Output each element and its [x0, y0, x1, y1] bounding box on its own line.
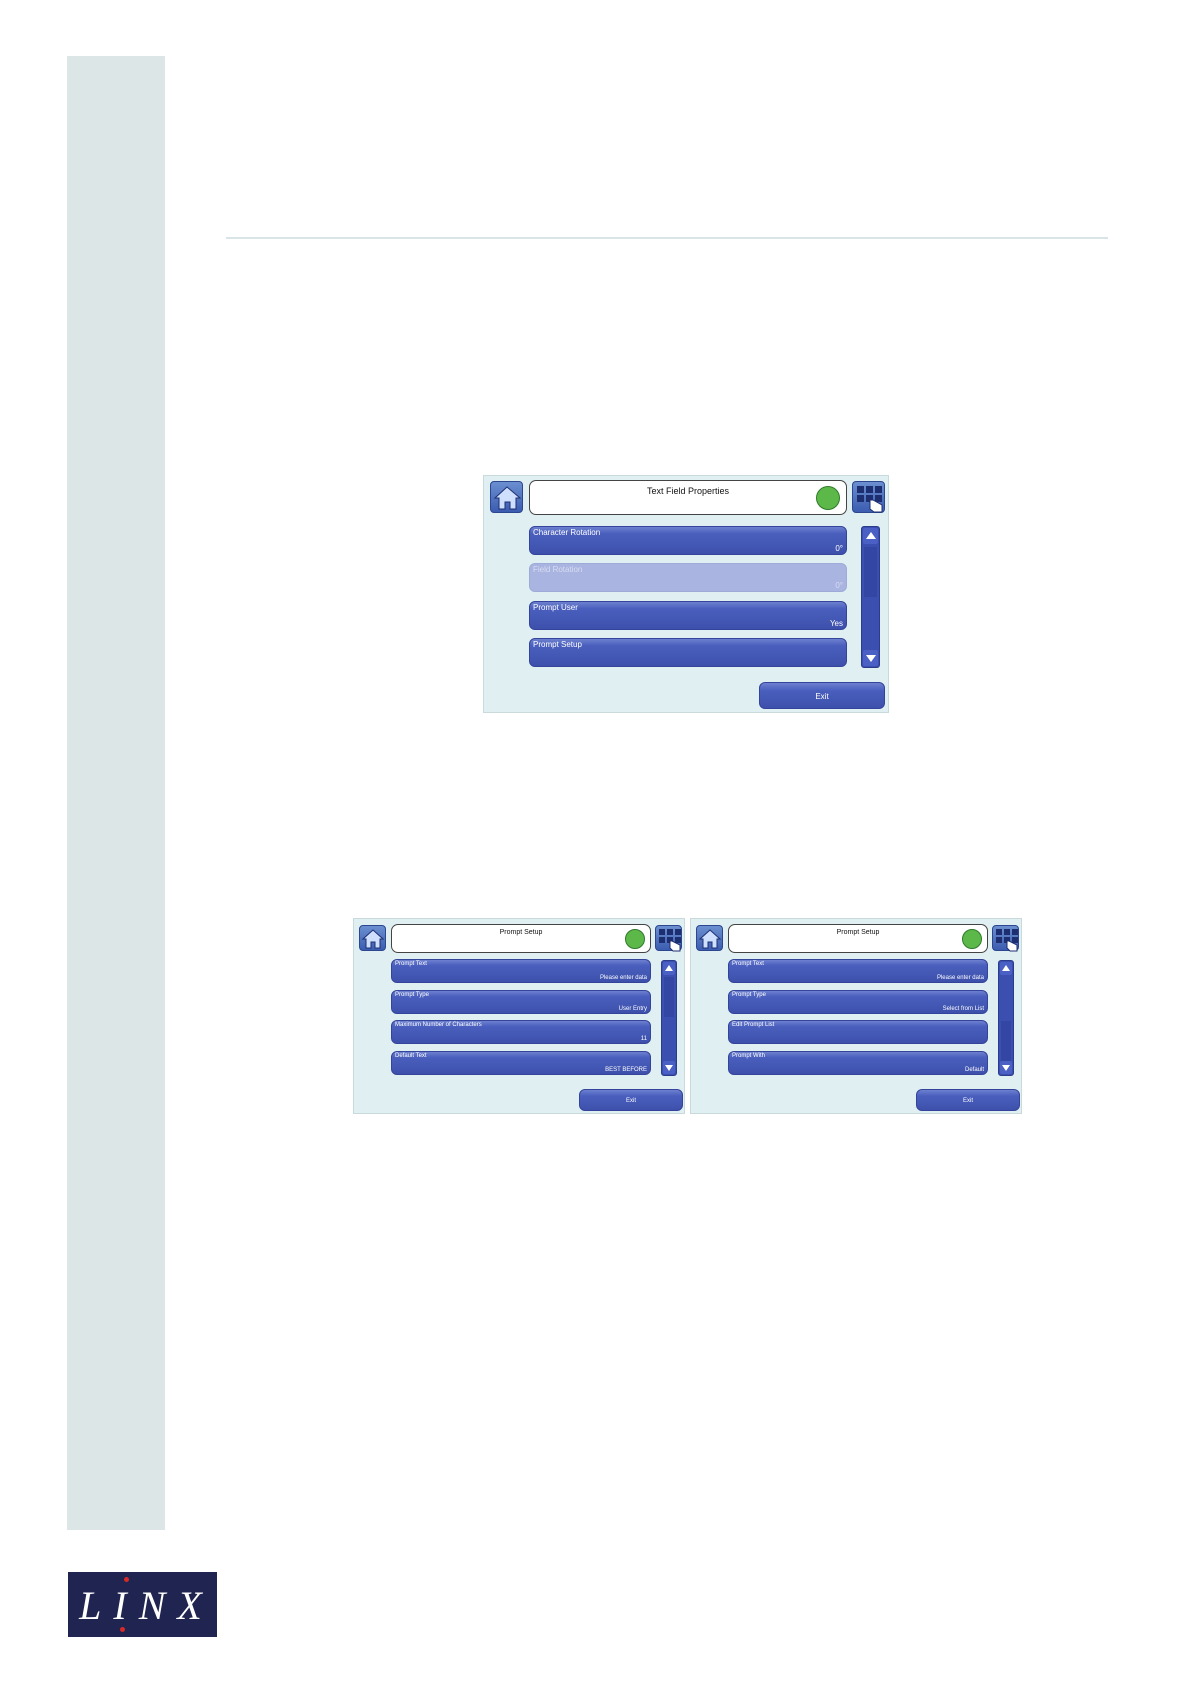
row-value: User Entry: [618, 1006, 647, 1012]
logo-text: LINX: [79, 1583, 214, 1628]
scroll-down-button[interactable]: [1000, 1061, 1012, 1074]
scroll-up-button[interactable]: [1000, 962, 1012, 975]
row-label: Default Text: [395, 1053, 427, 1059]
scrollbar[interactable]: [661, 960, 677, 1076]
menu-row-character-rotation[interactable]: Character Rotation 0°: [529, 526, 847, 555]
home-button[interactable]: [490, 481, 523, 513]
scrollbar[interactable]: [998, 960, 1014, 1076]
keypad-hand-icon: [857, 486, 883, 513]
scroll-up-icon: [1002, 965, 1010, 971]
exit-button[interactable]: Exit: [759, 682, 885, 709]
exit-button[interactable]: Exit: [916, 1089, 1020, 1111]
scrollbar[interactable]: [861, 526, 880, 668]
scroll-thumb[interactable]: [864, 547, 877, 597]
row-label: Prompt Text: [732, 961, 764, 967]
menu-row-edit-prompt-list[interactable]: Edit Prompt List: [728, 1020, 988, 1044]
menu-row-prompt-with[interactable]: Prompt With Default: [728, 1051, 988, 1075]
menu-row-default-text[interactable]: Default Text BEST BEFORE: [391, 1051, 651, 1075]
row-label: Field Rotation: [533, 565, 583, 574]
status-led[interactable]: [625, 929, 645, 949]
title-bar: Prompt Setup: [728, 924, 988, 953]
scroll-up-icon: [865, 532, 876, 539]
logo-dot-top: [124, 1577, 129, 1582]
row-value: 0°: [835, 581, 843, 590]
scroll-down-button[interactable]: [663, 1061, 675, 1074]
menu-row-prompt-user[interactable]: Prompt User Yes: [529, 601, 847, 630]
row-label: Maximum Number of Characters: [395, 1022, 482, 1028]
linx-logo: LINX: [68, 1572, 217, 1637]
row-value: 11: [640, 1036, 647, 1042]
title-bar: Prompt Setup: [391, 924, 651, 953]
row-label: Character Rotation: [533, 528, 601, 537]
home-icon: [361, 929, 385, 949]
text-field-properties-screen: Text Field Properties Character Rotation…: [483, 475, 889, 713]
menu-row-prompt-type[interactable]: Prompt Type Select from List: [728, 990, 988, 1014]
menu-row-prompt-type[interactable]: Prompt Type User Entry: [391, 990, 651, 1014]
home-button[interactable]: [696, 925, 723, 951]
scroll-down-icon: [865, 655, 876, 662]
row-value: Please enter data: [936, 975, 984, 981]
keypad-button[interactable]: [992, 925, 1019, 952]
scroll-up-button[interactable]: [663, 962, 675, 975]
scroll-thumb[interactable]: [664, 977, 674, 1017]
scroll-down-icon: [1002, 1065, 1010, 1071]
prompt-setup-screen-select-list: Prompt Setup Prompt Text Please enter da…: [690, 918, 1022, 1114]
keypad-button[interactable]: [852, 481, 885, 513]
row-label: Prompt Setup: [533, 640, 582, 649]
row-label: Prompt User: [533, 603, 578, 612]
scroll-up-icon: [665, 965, 673, 971]
row-label: Prompt Type: [395, 992, 429, 998]
exit-button[interactable]: Exit: [579, 1089, 683, 1111]
row-value: Yes: [829, 619, 843, 628]
row-label: Prompt Type: [732, 992, 766, 998]
row-label: Prompt With: [732, 1053, 766, 1059]
row-label: Edit Prompt List: [732, 1022, 775, 1028]
home-button[interactable]: [359, 925, 386, 951]
row-value: Default: [964, 1067, 984, 1073]
home-icon: [493, 486, 522, 510]
screen-title: Prompt Setup: [836, 929, 880, 936]
menu-row-max-characters[interactable]: Maximum Number of Characters 11: [391, 1020, 651, 1044]
menu-row-prompt-text[interactable]: Prompt Text Please enter data: [391, 959, 651, 983]
screen-title: Prompt Setup: [499, 929, 543, 936]
scroll-thumb[interactable]: [1001, 1021, 1011, 1061]
row-value: BEST BEFORE: [605, 1067, 647, 1073]
status-led[interactable]: [962, 929, 982, 949]
row-label: Prompt Text: [395, 961, 427, 967]
logo-dot-bottom: [120, 1627, 125, 1632]
status-led[interactable]: [816, 486, 840, 510]
header-rule: [226, 237, 1108, 239]
row-value: Select from List: [942, 1006, 984, 1012]
prompt-setup-screen-user-entry: Prompt Setup Prompt Text Please enter da…: [353, 918, 685, 1114]
screen-title: Text Field Properties: [646, 486, 730, 496]
home-icon: [698, 929, 722, 949]
keypad-hand-icon: [996, 929, 1018, 952]
title-bar: Text Field Properties: [529, 480, 847, 515]
side-margin-band: [67, 56, 165, 1530]
row-value: Please enter data: [599, 975, 647, 981]
keypad-hand-icon: [659, 929, 681, 952]
keypad-button[interactable]: [655, 925, 682, 952]
scroll-down-button[interactable]: [863, 650, 878, 666]
scroll-down-icon: [665, 1065, 673, 1071]
menu-row-prompt-text[interactable]: Prompt Text Please enter data: [728, 959, 988, 983]
row-value: 0°: [835, 544, 843, 553]
menu-row-field-rotation: Field Rotation 0°: [529, 563, 847, 592]
menu-row-prompt-setup[interactable]: Prompt Setup: [529, 638, 847, 667]
scroll-up-button[interactable]: [863, 528, 878, 544]
